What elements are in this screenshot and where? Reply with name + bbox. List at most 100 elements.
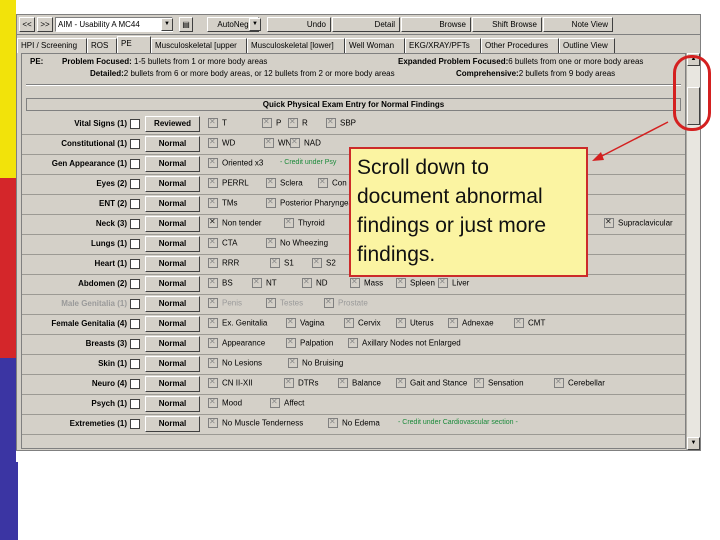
normal-button[interactable]: Normal: [145, 236, 200, 252]
checkbox-x-icon[interactable]: [208, 257, 218, 268]
checkbox-x-icon[interactable]: [328, 417, 338, 428]
finding-checkbox[interactable]: Palpation: [286, 337, 333, 350]
checkbox-x-icon[interactable]: [514, 317, 524, 328]
finding-checkbox[interactable]: CMT: [514, 317, 545, 330]
finding-checkbox[interactable]: T: [208, 117, 227, 130]
checkbox-x-icon[interactable]: [326, 117, 336, 128]
finding-checkbox[interactable]: Thyroid: [284, 217, 325, 230]
normal-button[interactable]: Normal: [145, 396, 200, 412]
finding-checkbox[interactable]: Prostate: [324, 297, 368, 310]
autoneg-chevron-icon[interactable]: ▼: [249, 18, 261, 31]
finding-checkbox[interactable]: Con: [318, 177, 347, 190]
finding-checkbox[interactable]: BS: [208, 277, 233, 290]
checkbox-x-icon[interactable]: [208, 397, 218, 408]
finding-checkbox[interactable]: NAD: [290, 137, 321, 150]
checkbox-x-icon[interactable]: [286, 337, 296, 348]
finding-checkbox[interactable]: CTA: [208, 237, 237, 250]
exam-row-checkbox[interactable]: [130, 359, 140, 369]
finding-checkbox[interactable]: Liver: [438, 277, 469, 290]
exam-row-checkbox[interactable]: [130, 399, 140, 409]
checkbox-x-icon[interactable]: [324, 297, 334, 308]
finding-checkbox[interactable]: Supraclavicular: [604, 217, 673, 230]
checkbox-x-icon[interactable]: [284, 217, 294, 228]
finding-checkbox[interactable]: WD: [208, 137, 235, 150]
checkbox-x-icon[interactable]: [208, 317, 218, 328]
finding-checkbox[interactable]: P: [262, 117, 281, 130]
finding-checkbox[interactable]: Posterior Pharyngeal: [266, 197, 355, 210]
checkbox-x-icon[interactable]: [350, 277, 360, 288]
normal-button[interactable]: Normal: [145, 356, 200, 372]
finding-checkbox[interactable]: Oriented x3: [208, 157, 263, 170]
checkbox-x-icon[interactable]: [604, 217, 614, 228]
normal-button[interactable]: Normal: [145, 176, 200, 192]
checkbox-x-icon[interactable]: [288, 117, 298, 128]
finding-checkbox[interactable]: No Edema: [328, 417, 380, 430]
checkbox-x-icon[interactable]: [208, 237, 218, 248]
normal-button[interactable]: Normal: [145, 416, 200, 432]
checkbox-x-icon[interactable]: [208, 217, 218, 228]
checkbox-x-icon[interactable]: [266, 177, 276, 188]
checkbox-x-icon[interactable]: [208, 297, 218, 308]
checkbox-x-icon[interactable]: [208, 337, 218, 348]
finding-checkbox[interactable]: Mass: [350, 277, 383, 290]
checkbox-x-icon[interactable]: [286, 317, 296, 328]
nav-back-button[interactable]: <<: [19, 17, 35, 32]
browse-button[interactable]: Browse: [401, 17, 471, 32]
checkbox-x-icon[interactable]: [302, 277, 312, 288]
finding-checkbox[interactable]: Balance: [338, 377, 381, 390]
checkbox-x-icon[interactable]: [348, 337, 358, 348]
tab-pe[interactable]: PE: [117, 36, 151, 53]
checkbox-x-icon[interactable]: [208, 117, 218, 128]
finding-checkbox[interactable]: Cervix: [344, 317, 381, 330]
finding-checkbox[interactable]: Gait and Stance: [396, 377, 467, 390]
finding-checkbox[interactable]: DTRs: [284, 377, 318, 390]
finding-checkbox[interactable]: Sensation: [474, 377, 524, 390]
chevron-down-icon[interactable]: ▼: [161, 18, 173, 31]
exam-row-checkbox[interactable]: [130, 419, 140, 429]
finding-checkbox[interactable]: RRR: [208, 257, 239, 270]
finding-checkbox[interactable]: Vagina: [286, 317, 324, 330]
checkbox-x-icon[interactable]: [264, 137, 274, 148]
finding-checkbox[interactable]: NT: [252, 277, 277, 290]
checkbox-x-icon[interactable]: [284, 377, 294, 388]
finding-checkbox[interactable]: CN II-XII: [208, 377, 253, 390]
finding-checkbox[interactable]: No Lesions: [208, 357, 262, 370]
shift-browse-button[interactable]: Shift Browse: [472, 17, 542, 32]
finding-checkbox[interactable]: TMs: [208, 197, 238, 210]
finding-checkbox[interactable]: Spleen: [396, 277, 435, 290]
checkbox-x-icon[interactable]: [252, 277, 262, 288]
finding-checkbox[interactable]: Testes: [266, 297, 303, 310]
template-select[interactable]: AIM - Usability A MC44: [55, 17, 173, 32]
normal-button[interactable]: Normal: [145, 256, 200, 272]
checkbox-x-icon[interactable]: [266, 297, 276, 308]
exam-row-checkbox[interactable]: [130, 159, 140, 169]
exam-row-checkbox[interactable]: [130, 199, 140, 209]
checkbox-x-icon[interactable]: [318, 177, 328, 188]
finding-checkbox[interactable]: Uterus: [396, 317, 434, 330]
finding-checkbox[interactable]: Non tender: [208, 217, 262, 230]
exam-row-checkbox[interactable]: [130, 259, 140, 269]
tab-other-procedures[interactable]: Other Procedures: [481, 38, 559, 53]
checkbox-x-icon[interactable]: [208, 137, 218, 148]
normal-button[interactable]: Reviewed: [145, 116, 200, 132]
note-view-button[interactable]: Note View: [543, 17, 613, 32]
checkbox-x-icon[interactable]: [270, 257, 280, 268]
nav-forward-button[interactable]: >>: [37, 17, 53, 32]
checkbox-x-icon[interactable]: [448, 317, 458, 328]
checkbox-x-icon[interactable]: [266, 237, 276, 248]
exam-row-checkbox[interactable]: [130, 379, 140, 389]
checkbox-x-icon[interactable]: [208, 157, 218, 168]
exam-row-checkbox[interactable]: [130, 319, 140, 329]
tab-musculoskeletal-lower[interactable]: Musculoskeletal [lower]: [247, 38, 345, 53]
finding-checkbox[interactable]: Penis: [208, 297, 242, 310]
tab-well-woman[interactable]: Well Woman: [345, 38, 405, 53]
normal-button[interactable]: Normal: [145, 316, 200, 332]
checkbox-x-icon[interactable]: [338, 377, 348, 388]
finding-checkbox[interactable]: No Muscle Tenderness: [208, 417, 303, 430]
finding-checkbox[interactable]: S1: [270, 257, 294, 270]
checkbox-x-icon[interactable]: [438, 277, 448, 288]
finding-checkbox[interactable]: R: [288, 117, 308, 130]
normal-button[interactable]: Normal: [145, 196, 200, 212]
checkbox-x-icon[interactable]: [208, 177, 218, 188]
normal-button[interactable]: Normal: [145, 136, 200, 152]
